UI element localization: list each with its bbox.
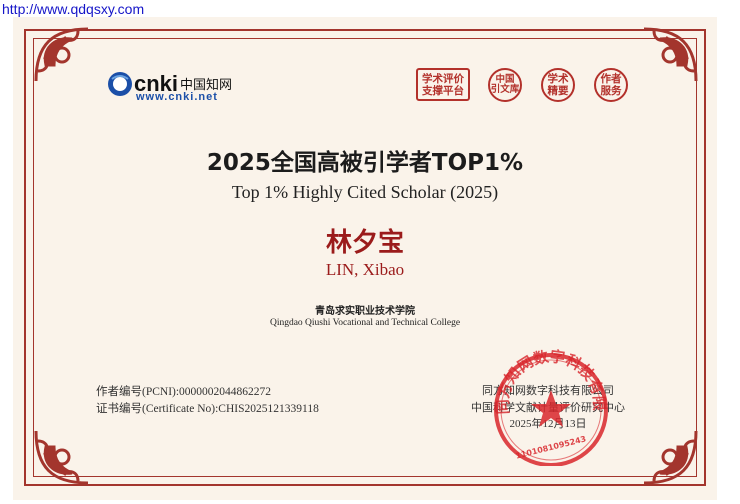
author-id-line: 作者编号(PCNI):0000002044862272 — [96, 386, 272, 398]
certificate-title-cn: 2025全国高被引学者TOP1% — [206, 150, 524, 176]
corner-ornament-top-right — [643, 27, 698, 82]
certificate-number-line: 证书编号(Certificate No):CHIS2025121339118 — [96, 403, 319, 415]
corner-ornament-top-left — [34, 27, 89, 82]
seal-star-icon — [531, 390, 571, 427]
badge-author-service: 作者 服务 — [594, 68, 628, 102]
institution-en: Qingdao Qiushi Vocational and Technical … — [269, 318, 461, 328]
official-seal: 同方知网数字科技有限公司 1101081095243 — [487, 348, 608, 466]
recipient-name-cn: 林夕宝 — [325, 228, 404, 258]
institution-cn: 青岛求实职业技术学院 — [315, 306, 415, 317]
certificate-title-en: Top 1% Highly Cited Scholar (2025) — [231, 182, 499, 202]
recipient-name-en: LIN, Xibao — [325, 260, 405, 279]
url-text[interactable]: http://www.qdqsxy.com — [2, 1, 144, 17]
logo-url: www.cnki.net — [136, 91, 218, 103]
badge-citation-database: 中国 引文库 — [488, 68, 522, 102]
badge-academic-evaluation: 学术评价 支撑平台 — [416, 68, 470, 101]
badge-academic-essentials: 学术 精要 — [541, 68, 575, 102]
corner-ornament-bottom-left — [34, 430, 89, 485]
corner-ornament-bottom-right — [643, 430, 698, 485]
